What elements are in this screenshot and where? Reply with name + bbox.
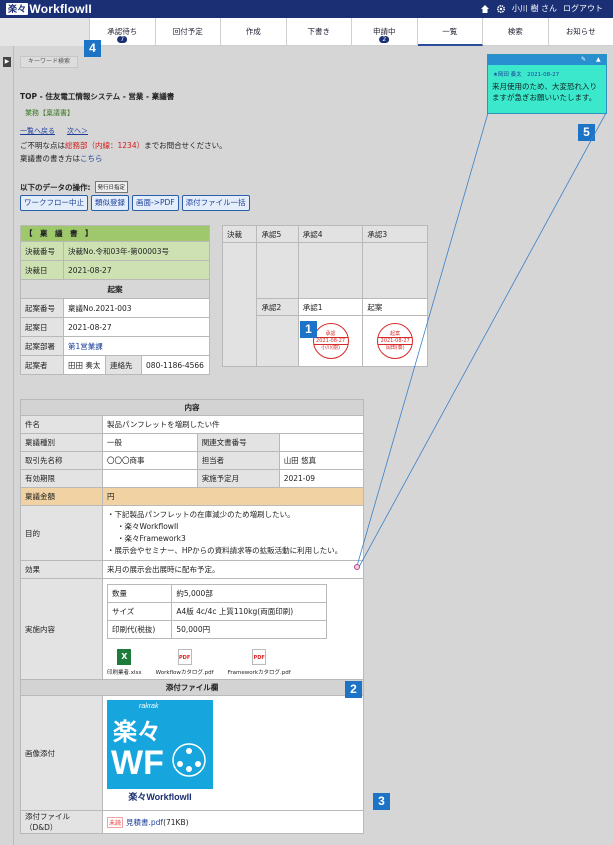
nav-tabs: 承認待ち 7 回付予定 作成 下書き 申請中 2 一覧 検索 お知らせ — [90, 18, 613, 46]
sticky-meta: ★岡田 奏太 2021-08-27 — [493, 72, 560, 78]
callout-5: 5 — [578, 124, 595, 141]
callout-4: 4 — [84, 40, 101, 57]
draft-dept-link[interactable]: 第1営業課 — [63, 336, 210, 356]
logout-link[interactable]: ログアウト — [563, 3, 603, 14]
attachments-bulk-button[interactable]: 添付ファイル一括 — [181, 195, 250, 211]
file-framework-pdf[interactable]: PDF Frameworkカタログ.pdf — [228, 649, 291, 676]
action-buttons: ワークフロー中止 類似登録 画面->PDF 添付ファイル一括 — [20, 195, 250, 211]
pending-count-badge: 7 — [117, 36, 128, 43]
client: 〇〇〇商事 — [102, 451, 198, 470]
purpose: ・下記製品パンフレットの在庫減少のため増刷したい。 ・楽々WorkflowII … — [102, 505, 364, 561]
tab-scheduled[interactable]: 回付予定 — [156, 18, 221, 46]
issue-date-button[interactable]: 発行日指定 — [94, 181, 129, 193]
valid-period — [102, 469, 198, 488]
keyword-search-tab[interactable]: キーワード検索 — [20, 56, 78, 68]
user-area: 小川 樹 さん ログアウト — [480, 3, 603, 14]
sticky-note[interactable]: ✎ ▲ ★岡田 奏太 2021-08-27 来月使用のため、大変恐れ入りますが急ぎ… — [487, 54, 607, 114]
content-table: 内容 件名 製品パンフレットを増刷したい件 稟議種別 一般 関連文書番号 取引先名称〇… — [20, 399, 365, 834]
drafter: 田田 奏太 — [62, 355, 107, 375]
effect: 来月の展示会出展時に配布予定。 — [102, 560, 364, 579]
similar-register-button[interactable]: 類似登録 — [91, 195, 129, 211]
estimate-file-link[interactable]: 見積書.pdf — [126, 818, 163, 827]
home-icon[interactable] — [480, 4, 490, 14]
type: 一般 — [102, 433, 198, 452]
decision-no: 決裁No.令和03年-第00003号 — [63, 241, 210, 261]
sticky-pin-marker[interactable] — [354, 564, 360, 570]
decision-date: 2021-08-27 — [63, 260, 210, 280]
nav-links: 一覧へ戻る 次へ＞ — [20, 126, 100, 136]
app-logo[interactable]: 楽々 WorkflowII — [6, 2, 92, 16]
callout-3: 3 — [373, 793, 390, 810]
page-subtitle: 業務【稟議書】 — [25, 109, 74, 117]
image-attachment: rakrak 楽々 WF 楽々WorkflowII — [102, 695, 364, 811]
callout-2: 2 — [345, 681, 362, 698]
howto-note: 稟議書の書き方はこちら — [20, 154, 103, 163]
excel-icon: X — [117, 649, 132, 665]
amount: 円 — [102, 487, 364, 506]
workflow-logo-image[interactable]: rakrak 楽々 WF 楽々WorkflowII — [107, 700, 213, 806]
tab-create[interactable]: 作成 — [221, 18, 287, 46]
implementation: 数量 約5,000部 サイズ A4版 4c/4c 上質110kg(両面印刷) 印刷代… — [102, 578, 364, 680]
ops-title: 以下のデータの操作: 発行日指定 — [20, 181, 129, 193]
tab-search[interactable]: 検索 — [483, 18, 549, 46]
related-no — [278, 433, 365, 452]
subject: 製品パンフレットを増刷したい件 — [102, 415, 364, 434]
approval-stamp: 承認 2021-08-27 小川(樹) — [312, 323, 349, 360]
tab-drafts[interactable]: 下書き — [287, 18, 352, 46]
tab-applying[interactable]: 申請中 2 — [352, 18, 418, 46]
draft-date: 2021-08-27 — [63, 317, 210, 337]
draft-no: 稟議No.2021-003 — [63, 298, 210, 318]
schedule-month: 2021-09 — [278, 469, 365, 488]
person: 山田 悠真 — [278, 451, 365, 470]
callout-1: 1 — [300, 321, 317, 338]
approval-stamp-table: 決裁 承認5 承認4 承認3 承認2 承認1 起案 承認 2021-08-27 小川… — [221, 224, 428, 367]
top-bar: 楽々 WorkflowII 小川 樹 さん ログアウト — [0, 0, 613, 18]
edit-icon[interactable]: ✎ — [581, 56, 586, 63]
breadcrumb: TOP - 住友電工情報システム - 営業 - 稟議書 — [20, 92, 175, 101]
tab-list[interactable]: 一覧 — [417, 18, 483, 46]
contact-note: ご不明な点は総務部（内線：1234）までお問合せください。 — [20, 141, 227, 150]
unread-badge: 未読 — [107, 816, 124, 828]
pdf-icon: PDF — [177, 649, 192, 665]
applying-count-badge: 2 — [379, 36, 390, 43]
stop-workflow-button[interactable]: ワークフロー中止 — [20, 195, 88, 211]
pdf-icon: PDF — [252, 649, 267, 665]
file-xlsx[interactable]: X 印刷業者.xlsx — [107, 649, 142, 676]
collapse-icon[interactable]: ▲ — [596, 56, 601, 63]
howto-link[interactable]: こちら — [80, 154, 103, 163]
back-to-list-link[interactable]: 一覧へ戻る — [20, 127, 55, 135]
form-title: 【 稟 議 書 】 — [20, 225, 210, 242]
nav-left-blank — [0, 18, 90, 46]
sidebar-expand-icon[interactable]: ▶ — [3, 57, 11, 67]
sticky-message: 来月使用のため、大変恐れ入りますが急ぎお願いいたします。 — [492, 82, 597, 102]
contact-dept: 総務部（内線：1234） — [65, 141, 145, 150]
user-name: 小川 樹 さん — [511, 4, 557, 13]
people-network-icon — [172, 743, 206, 777]
draft-stamp: 起案 2021-08-27 岡田(奏) — [377, 323, 414, 360]
file-workflow-pdf[interactable]: PDF Workflowカタログ.pdf — [156, 649, 214, 676]
draft-section: 起案 — [20, 279, 210, 299]
implementation-details: 数量 約5,000部 サイズ A4版 4c/4c 上質110kg(両面印刷) 印刷代… — [106, 584, 327, 639]
side-divider — [13, 46, 14, 845]
sticky-title-bar: ✎ ▲ — [488, 55, 606, 65]
gear-icon[interactable] — [496, 4, 506, 14]
next-link[interactable]: 次へ＞ — [67, 127, 88, 135]
tab-notices[interactable]: お知らせ — [549, 18, 613, 46]
approval-info-table: 【 稟 議 書 】 決裁番号 決裁No.令和03年-第00003号 決裁日 2021… — [20, 225, 210, 375]
dnd-attachment: 未読 見積書.pdf(71KB) — [102, 810, 364, 834]
file-list: X 印刷業者.xlsx PDF Workflowカタログ.pdf PDF Framew… — [107, 649, 359, 676]
screen-pdf-button[interactable]: 画面->PDF — [132, 195, 179, 211]
contact: 080-1186-4566 — [141, 355, 210, 375]
